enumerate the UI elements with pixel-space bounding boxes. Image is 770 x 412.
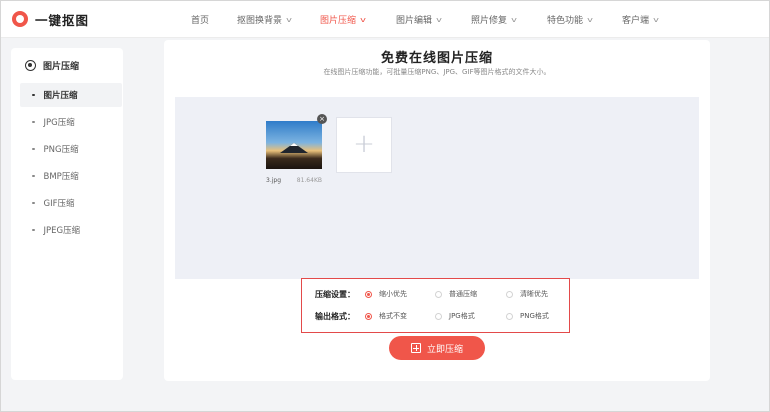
- sidebar-item-label: BMP压缩: [43, 172, 79, 182]
- uploaded-file-card[interactable]: × 3.jpg 81.64KB: [264, 114, 327, 189]
- nav-client[interactable]: 客户端 v: [622, 13, 660, 27]
- sidebar-item-png-compress[interactable]: PNG压缩: [20, 137, 122, 161]
- nav-label: 客户端: [622, 16, 650, 26]
- sidebar-item-label: GIF压缩: [43, 199, 75, 209]
- sidebar-item-jpg-compress[interactable]: JPG压缩: [20, 110, 122, 134]
- output-format-row: 输出格式： 格式不变 JPG格式 PNG格式: [302, 311, 571, 325]
- chevron-down-icon: v: [286, 15, 293, 24]
- sidebar: 图片压缩 图片压缩 JPG压缩 PNG压缩 BMP压缩 GIF压缩 JPEG压缩: [11, 48, 123, 380]
- sidebar-heading: 图片压缩: [25, 59, 79, 72]
- radio-shrink-first[interactable]: 缩小优先: [365, 289, 407, 299]
- radio-clarity-first[interactable]: 清晰优先: [506, 289, 548, 299]
- radio-label: 普通压缩: [449, 290, 477, 298]
- radio-label: 缩小优先: [379, 290, 407, 298]
- bullet-icon: [32, 120, 35, 124]
- file-size: 81.64KB: [296, 177, 322, 184]
- compress-now-button[interactable]: 立即压缩: [389, 336, 485, 360]
- sidebar-item-jpeg-compress[interactable]: JPEG压缩: [20, 218, 122, 242]
- nav-label: 特色功能: [547, 16, 584, 26]
- output-format-label: 输出格式：: [315, 312, 355, 321]
- sidebar-item-image-compress[interactable]: 图片压缩: [20, 83, 122, 107]
- compress-button-label: 立即压缩: [426, 344, 463, 355]
- chevron-down-icon: v: [653, 15, 660, 24]
- radio-keep-format[interactable]: 格式不变: [365, 311, 407, 321]
- chevron-down-icon: v: [436, 15, 443, 24]
- radio-unchecked-icon: [435, 290, 442, 298]
- nav-home[interactable]: 首页: [191, 13, 209, 26]
- sidebar-heading-label: 图片压缩: [43, 62, 80, 72]
- sidebar-item-gif-compress[interactable]: GIF压缩: [20, 191, 122, 215]
- nav-image-compress[interactable]: 图片压缩 v: [320, 13, 367, 27]
- sidebar-item-label: JPEG压缩: [43, 226, 81, 236]
- page-subtitle: 在线图片压缩功能，可批量压缩PNG、JPG、GIF等图片格式的文件大小。: [323, 68, 551, 76]
- bullet-icon: [32, 201, 35, 205]
- nav-label: 抠图换背景: [237, 16, 283, 26]
- sidebar-item-label: PNG压缩: [43, 145, 79, 155]
- compression-settings-panel: 压缩设置： 缩小优先 普通压缩 清晰优先 输出格式： 格式不变 JPG格式 PN…: [301, 278, 570, 333]
- nav-special-features[interactable]: 特色功能 v: [547, 13, 594, 27]
- radio-unchecked-icon: [506, 290, 513, 298]
- nav-label: 照片修复: [471, 16, 508, 26]
- radio-png-format[interactable]: PNG格式: [506, 311, 549, 321]
- nav-photo-restore[interactable]: 照片修复 v: [471, 13, 518, 27]
- radio-label: 清晰优先: [520, 290, 548, 298]
- top-header: 一键抠图 首页 抠图换背景 v 图片压缩 v 图片编辑 v 照片修复 v 特色功…: [0, 0, 770, 38]
- compress-target-icon: [25, 60, 36, 71]
- compress-icon: [410, 343, 421, 353]
- sidebar-item-bmp-compress[interactable]: BMP压缩: [20, 164, 122, 188]
- main-panel: 免费在线图片压缩 在线图片压缩功能，可批量压缩PNG、JPG、GIF等图片格式的…: [164, 40, 710, 381]
- radio-jpg-format[interactable]: JPG格式: [435, 311, 475, 321]
- image-thumbnail: [266, 121, 322, 169]
- radio-checked-icon: [365, 312, 372, 320]
- radio-unchecked-icon: [506, 312, 513, 320]
- bullet-icon: [32, 228, 35, 232]
- page-title: 免费在线图片压缩: [380, 51, 493, 66]
- chevron-down-icon: v: [511, 15, 518, 24]
- file-name: 3.jpg: [266, 177, 282, 184]
- chevron-down-icon: v: [360, 15, 367, 24]
- nav-label: 首页: [191, 16, 210, 26]
- bullet-icon: [32, 147, 35, 151]
- upload-dropzone[interactable]: × 3.jpg 81.64KB +: [175, 97, 699, 279]
- radio-checked-icon: [365, 290, 372, 298]
- radio-label: 格式不变: [379, 312, 407, 320]
- nav-label: 图片压缩: [320, 16, 357, 26]
- compression-setting-row: 压缩设置： 缩小优先 普通压缩 清晰优先: [302, 289, 571, 303]
- bullet-icon: [32, 174, 35, 178]
- radio-label: JPG格式: [449, 312, 475, 320]
- plus-icon: +: [353, 129, 375, 159]
- chevron-down-icon: v: [587, 15, 594, 24]
- nav-label: 图片编辑: [396, 16, 433, 26]
- main-nav: 首页 抠图换背景 v 图片压缩 v 图片编辑 v 照片修复 v 特色功能 v 客…: [0, 0, 770, 38]
- sidebar-item-label: JPG压缩: [43, 118, 75, 128]
- sidebar-item-label: 图片压缩: [43, 91, 78, 101]
- nav-cutout-background[interactable]: 抠图换背景 v: [237, 13, 293, 27]
- radio-normal-compress[interactable]: 普通压缩: [435, 289, 477, 299]
- compression-setting-label: 压缩设置：: [315, 290, 355, 299]
- radio-label: PNG格式: [520, 312, 549, 320]
- radio-unchecked-icon: [435, 312, 442, 320]
- add-image-button[interactable]: +: [336, 117, 392, 173]
- nav-image-edit[interactable]: 图片编辑 v: [396, 13, 443, 27]
- close-icon[interactable]: ×: [317, 114, 327, 124]
- bullet-icon: [32, 93, 35, 97]
